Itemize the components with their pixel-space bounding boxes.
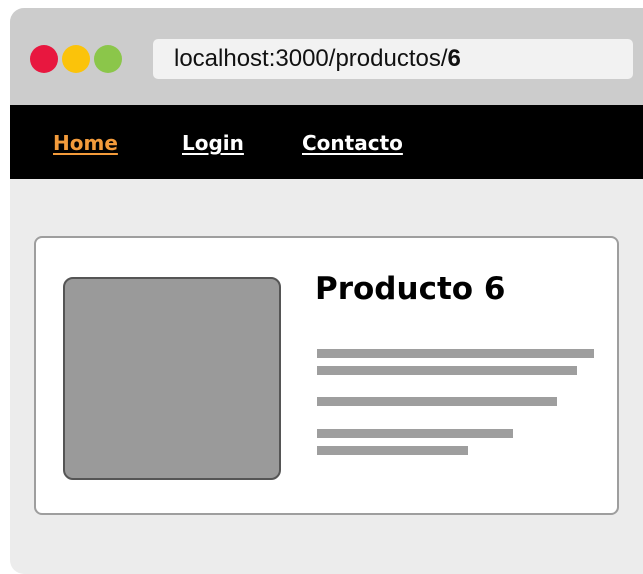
minimize-window-dot[interactable]: [62, 45, 90, 73]
nav-link-contacto[interactable]: Contacto: [302, 129, 403, 157]
description-line-placeholder: [317, 446, 468, 455]
browser-chrome: localhost:3000/productos/6: [10, 8, 643, 105]
address-bar[interactable]: localhost:3000/productos/6: [153, 39, 633, 79]
nav-link-login[interactable]: Login: [182, 129, 244, 157]
product-image-placeholder: [63, 277, 281, 480]
url-path: localhost:3000/productos/: [174, 45, 448, 72]
description-line-placeholder: [317, 429, 513, 438]
maximize-window-dot[interactable]: [94, 45, 122, 73]
product-title: Producto 6: [315, 271, 506, 307]
url-product-id: 6: [447, 45, 461, 72]
top-navbar: Home Login Contacto: [10, 105, 643, 179]
close-window-dot[interactable]: [30, 45, 58, 73]
description-line-placeholder: [317, 366, 577, 375]
description-line-placeholder: [317, 397, 557, 406]
browser-window: localhost:3000/productos/6 Home Login Co…: [10, 8, 643, 574]
nav-link-home[interactable]: Home: [53, 129, 118, 157]
description-line-placeholder: [317, 349, 594, 358]
product-card: Producto 6: [34, 236, 619, 515]
